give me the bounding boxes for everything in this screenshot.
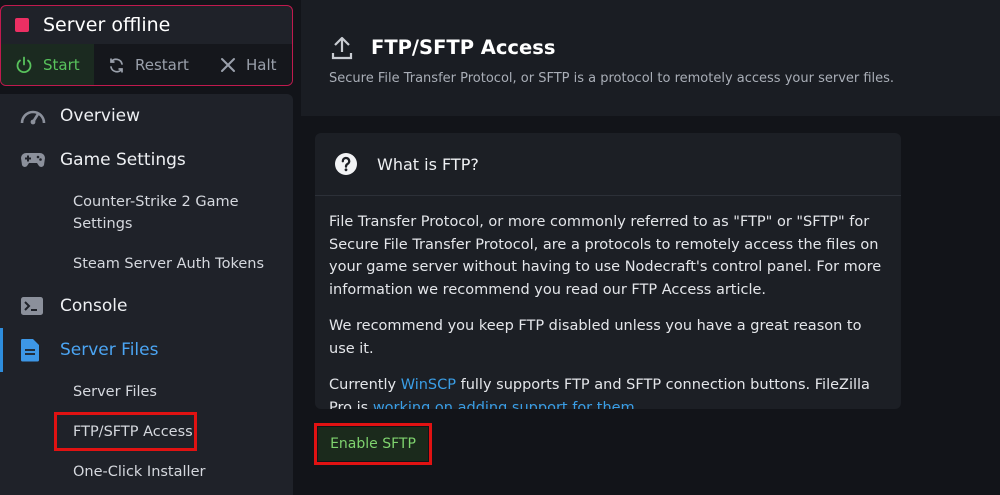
page-header: FTP/SFTP Access Secure File Transfer Pro… bbox=[301, 0, 1000, 116]
enable-sftp-button[interactable]: Enable SFTP bbox=[318, 427, 428, 461]
server-status-text: Server offline bbox=[43, 14, 171, 36]
upload-icon bbox=[331, 36, 353, 64]
halt-button[interactable]: Halt bbox=[204, 44, 292, 85]
halt-label: Halt bbox=[246, 56, 277, 74]
faq-paragraph-3: Currently WinSCP fully supports FTP and … bbox=[329, 374, 889, 409]
terminal-icon bbox=[20, 296, 44, 316]
power-controls: Start Restart Halt bbox=[1, 44, 292, 85]
faq-paragraph-1: File Transfer Protocol, or more commonly… bbox=[329, 214, 882, 298]
faq-card: What is FTP? File Transfer Protocol, or … bbox=[315, 133, 901, 409]
start-label: Start bbox=[43, 56, 80, 74]
sidebar-item-game-settings[interactable]: Game Settings bbox=[0, 138, 293, 182]
sidebar-subitem-one-click-installer[interactable]: One-Click Installer bbox=[73, 461, 205, 483]
faq-card-header: What is FTP? bbox=[315, 133, 901, 196]
question-circle-icon bbox=[335, 153, 357, 179]
sidebar-subitem-steam-tokens[interactable]: Steam Server Auth Tokens bbox=[73, 253, 264, 275]
sidebar: Overview Game Settings Counter-Strike 2 … bbox=[0, 94, 293, 495]
start-button[interactable]: Start bbox=[1, 44, 94, 85]
sidebar-label-game-settings: Game Settings bbox=[60, 150, 186, 170]
server-status-row: Server offline bbox=[1, 6, 292, 44]
dashboard-gauge-icon bbox=[20, 107, 46, 125]
sidebar-subitem-cs2-game-settings[interactable]: Counter-Strike 2 Game Settings bbox=[73, 191, 239, 235]
restart-button[interactable]: Restart bbox=[94, 44, 204, 85]
sidebar-label-console: Console bbox=[60, 296, 128, 316]
faq-body: File Transfer Protocol, or more commonly… bbox=[329, 211, 889, 409]
faq-p3-prefix: Currently bbox=[329, 377, 401, 393]
filezilla-support-link[interactable]: working on adding support for them bbox=[373, 400, 635, 410]
server-status-card: Server offline Start Restart Halt bbox=[0, 5, 293, 86]
faq-p3-suffix: . bbox=[634, 399, 640, 410]
page-subtitle: Secure File Transfer Protocol, or SFTP i… bbox=[329, 71, 895, 86]
faq-paragraph-2: We recommend you keep FTP disabled unles… bbox=[329, 318, 862, 357]
sidebar-item-console[interactable]: Console bbox=[0, 284, 293, 328]
sidebar-subitem-server-files[interactable]: Server Files bbox=[73, 381, 157, 403]
offline-status-indicator bbox=[15, 18, 29, 32]
file-icon bbox=[20, 338, 40, 362]
restart-icon bbox=[110, 57, 123, 73]
cs2-settings-line1: Counter-Strike 2 Game bbox=[73, 194, 239, 210]
page-title: FTP/SFTP Access bbox=[371, 36, 556, 59]
sidebar-item-server-files[interactable]: Server Files bbox=[0, 328, 293, 372]
ftp-access-highlight-box bbox=[54, 412, 197, 451]
winscp-link[interactable]: WinSCP bbox=[401, 377, 456, 393]
faq-title: What is FTP? bbox=[377, 155, 479, 174]
sidebar-item-overview[interactable]: Overview bbox=[0, 94, 293, 138]
sidebar-label-server-files: Server Files bbox=[60, 340, 159, 360]
close-icon bbox=[221, 58, 235, 72]
gamepad-icon bbox=[20, 151, 46, 169]
restart-label: Restart bbox=[135, 56, 189, 74]
cs2-settings-line2: Settings bbox=[73, 216, 133, 232]
sidebar-label-overview: Overview bbox=[60, 106, 141, 126]
power-icon bbox=[16, 56, 32, 74]
